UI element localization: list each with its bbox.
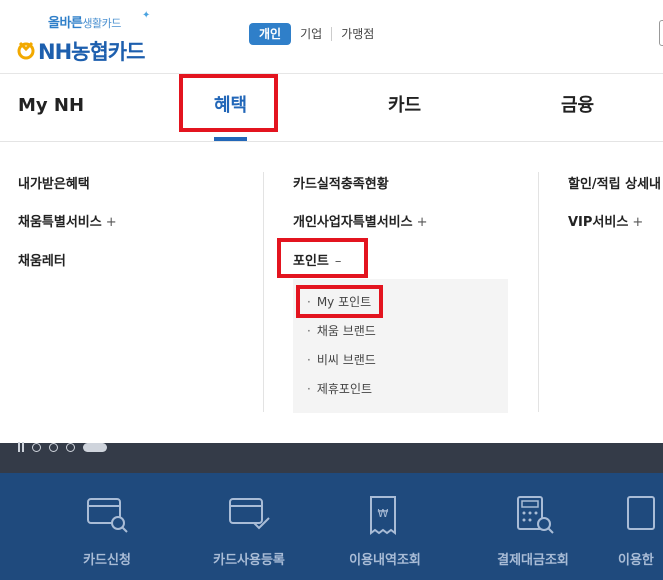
nav-finance[interactable]: 금융	[561, 74, 594, 141]
banner-pager	[18, 440, 107, 454]
expand-icon: +	[416, 215, 428, 230]
nav-active-indicator	[214, 137, 247, 141]
quick-label: 카드사용등록	[213, 553, 285, 568]
benefits-mega-menu: 내가받은혜택 채움특별서비스 + 채움레터 카드실적충족현황 개인사업자특별서비스…	[0, 142, 663, 443]
nh-card-logo[interactable]: 올바른생활카드 ✦ NH농협카드	[16, 10, 176, 64]
points-submenu: · My 포인트 · 채움 브랜드 · 비씨 브랜드 · 제휴포인트	[293, 279, 508, 413]
menu-vip-services[interactable]: VIP서비스 +	[568, 211, 643, 230]
card-check-icon	[229, 498, 270, 530]
tab-personal[interactable]: 개인	[249, 23, 292, 45]
document-icon	[627, 496, 655, 530]
receipt-won-icon: ₩	[370, 496, 396, 535]
menu-card-performance[interactable]: 카드실적충족현황	[293, 173, 389, 192]
svg-text:₩: ₩	[378, 507, 389, 520]
brand-name: NH농협카드	[38, 40, 145, 64]
submenu-my-points[interactable]: · My 포인트	[307, 293, 371, 310]
nav-my-nh[interactable]: My NH	[18, 74, 84, 141]
nh-logo-mark-icon	[17, 41, 35, 60]
expand-icon: +	[632, 215, 644, 230]
top-header: 올바른생활카드 ✦ NH농협카드 개인 기업 가맹점	[0, 0, 663, 74]
header-search-box[interactable]	[659, 20, 663, 46]
column-divider	[538, 172, 539, 412]
pager-dot-active[interactable]	[83, 442, 107, 452]
main-nav: My NH 혜택 카드 금융	[0, 74, 663, 142]
quick-label: 이용내역조회	[349, 553, 421, 568]
submenu-bc-brand[interactable]: · 비씨 브랜드	[307, 351, 376, 368]
quick-usage-history[interactable]: ₩ 이용내역조회	[330, 493, 440, 568]
quick-label: 이용한	[618, 553, 654, 568]
submenu-chaeum-brand[interactable]: · 채움 브랜드	[307, 322, 376, 339]
nav-card[interactable]: 카드	[388, 74, 421, 141]
quick-usage-limit[interactable]: 이용한	[618, 493, 663, 568]
pager-dot[interactable]	[32, 442, 41, 452]
card-search-icon	[87, 498, 128, 533]
quick-card-register[interactable]: 카드사용등록	[194, 493, 304, 568]
column-divider	[263, 172, 264, 412]
quick-label: 결제대금조회	[497, 553, 569, 568]
pause-icon[interactable]	[18, 442, 24, 452]
menu-chaeum-letter[interactable]: 채움레터	[18, 250, 66, 269]
tab-corporate[interactable]: 기업	[291, 27, 331, 41]
quick-card-apply[interactable]: 카드신청	[52, 493, 162, 568]
menu-discount-details[interactable]: 할인/적립 상세내	[568, 173, 661, 192]
sparkle-icon: ✦	[142, 10, 151, 21]
quick-label: 카드신청	[83, 553, 131, 568]
tab-merchant[interactable]: 가맹점	[331, 27, 383, 41]
quick-menu: 카드신청 카드사용등록 ₩ 이용내역조회 결제대금조회 이용한	[0, 473, 663, 580]
logo-tagline: 올바른생활카드	[48, 16, 121, 31]
menu-special-services[interactable]: 채움특별서비스 +	[18, 211, 117, 230]
menu-points[interactable]: 포인트 –	[293, 250, 341, 269]
submenu-partner-points[interactable]: · 제휴포인트	[307, 380, 372, 397]
pager-dot[interactable]	[66, 442, 75, 452]
customer-type-tabs: 개인 기업 가맹점	[249, 22, 383, 46]
pager-dot[interactable]	[49, 442, 58, 452]
nav-benefits[interactable]: 혜택	[214, 74, 247, 141]
menu-business-services[interactable]: 개인사업자특별서비스 +	[293, 211, 428, 230]
quick-payment-inquiry[interactable]: 결제대금조회	[478, 493, 588, 568]
menu-my-benefits[interactable]: 내가받은혜택	[18, 173, 90, 192]
calculator-search-icon	[517, 496, 554, 534]
collapse-icon: –	[334, 254, 342, 269]
expand-icon: +	[105, 215, 117, 230]
